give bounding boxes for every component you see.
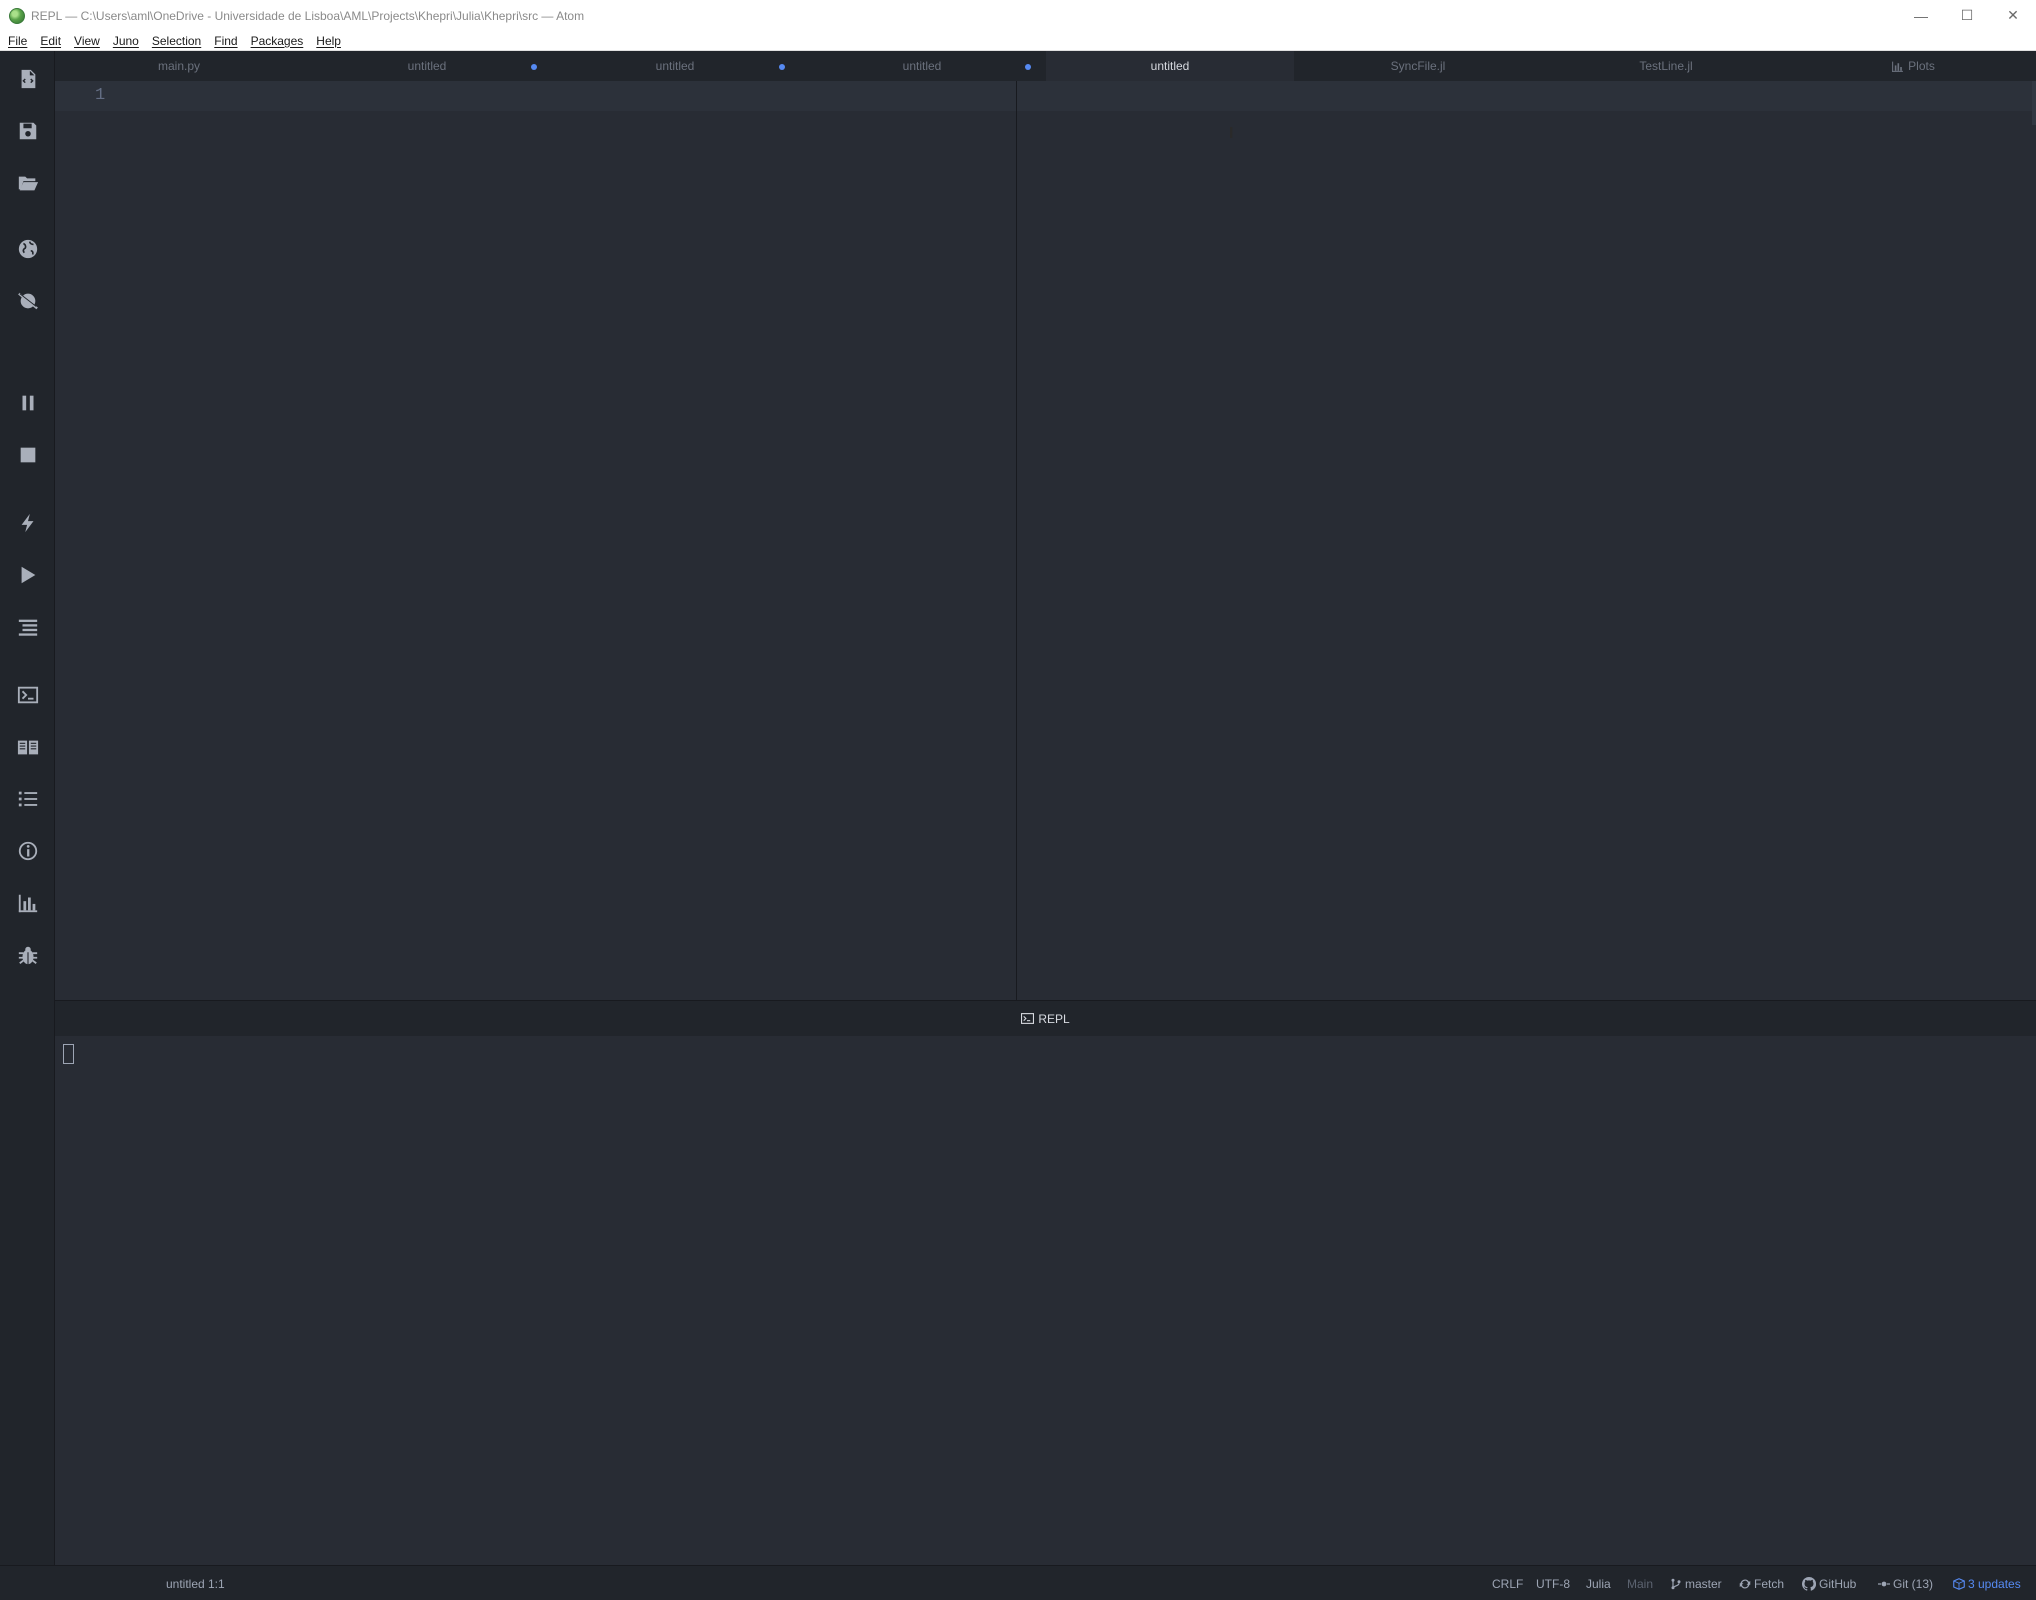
cursor-line-highlight xyxy=(55,81,1016,111)
status-github[interactable]: GitHub xyxy=(1802,1566,1856,1600)
tab-label: main.py xyxy=(157,59,201,73)
tab-untitled-1[interactable]: untitled xyxy=(303,51,551,81)
repl-console[interactable] xyxy=(55,1036,2036,1565)
status-line-ending[interactable]: CRLF xyxy=(1492,1566,1523,1600)
bar-chart-icon[interactable] xyxy=(14,889,42,917)
close-button[interactable]: ✕ xyxy=(1990,0,2036,31)
text-cursor-icon: I xyxy=(1229,125,1234,142)
modified-indicator-icon xyxy=(531,64,537,70)
new-file-icon[interactable] xyxy=(14,65,42,93)
globe-icon[interactable] xyxy=(14,235,42,263)
package-icon xyxy=(1953,1577,1965,1590)
tab-bar: main.py untitled untitled untitled untit… xyxy=(55,51,2036,81)
menu-juno[interactable]: Juno xyxy=(106,34,145,48)
tab-syncfile-jl[interactable]: SyncFile.jl xyxy=(1294,51,1542,81)
git-commit-icon xyxy=(1878,1581,1890,1586)
menu-bar: File Edit View Juno Selection Find Packa… xyxy=(0,31,2036,51)
tab-label: TestLine.jl xyxy=(1639,59,1693,73)
window-controls: — ☐ ✕ xyxy=(1898,0,2036,31)
sync-icon xyxy=(1739,1579,1751,1588)
tab-testline-jl[interactable]: TestLine.jl xyxy=(1542,51,1790,81)
bug-icon[interactable] xyxy=(14,941,42,969)
modified-indicator-icon xyxy=(1025,64,1031,70)
tab-untitled-active[interactable]: untitled xyxy=(1046,51,1294,81)
tab-label: untitled xyxy=(902,59,942,73)
github-label: GitHub xyxy=(1819,1576,1857,1591)
status-git[interactable]: Git (13) xyxy=(1878,1566,1933,1600)
stop-icon[interactable] xyxy=(14,441,42,469)
menu-file[interactable]: File xyxy=(0,34,33,48)
tab-label: untitled xyxy=(655,59,695,73)
editor-pane-left[interactable]: 1 xyxy=(55,81,1016,1000)
list-icon[interactable] xyxy=(14,785,42,813)
tab-label: untitled xyxy=(1150,59,1190,73)
status-grammar[interactable]: Julia xyxy=(1586,1566,1611,1600)
atom-logo-icon xyxy=(9,7,25,24)
git-branch-icon xyxy=(1671,1578,1681,1589)
open-folder-icon[interactable] xyxy=(14,169,42,197)
status-branch[interactable]: master xyxy=(1670,1566,1722,1600)
terminal-icon xyxy=(1021,1013,1035,1024)
tab-plots[interactable]: Plots xyxy=(1790,51,2036,81)
menu-find[interactable]: Find xyxy=(207,34,243,48)
tab-untitled-2[interactable]: untitled xyxy=(551,51,799,81)
tab-untitled-3[interactable]: untitled xyxy=(799,51,1045,81)
github-icon xyxy=(1802,1576,1816,1591)
status-bar: untitled 1:1 CRLF UTF-8 Julia Main maste… xyxy=(0,1565,2036,1600)
terminal-icon[interactable] xyxy=(14,681,42,709)
menu-help[interactable]: Help xyxy=(309,34,347,48)
disconnect-icon[interactable] xyxy=(14,287,42,315)
cursor-line-highlight xyxy=(1017,81,2036,111)
branch-label: master xyxy=(1685,1576,1722,1591)
play-icon[interactable] xyxy=(14,561,42,589)
fetch-label: Fetch xyxy=(1754,1576,1785,1591)
repl-cursor xyxy=(63,1044,74,1064)
status-file-name[interactable]: untitled xyxy=(166,1566,205,1600)
save-icon[interactable] xyxy=(14,117,42,145)
maximize-button[interactable]: ☐ xyxy=(1944,0,1990,31)
lightning-icon[interactable] xyxy=(14,509,42,537)
modified-indicator-icon xyxy=(779,64,785,70)
line-number: 1 xyxy=(95,86,106,105)
book-icon[interactable] xyxy=(14,733,42,761)
repl-title: REPL xyxy=(1038,1011,1070,1026)
title-bar: REPL — C:\Users\aml\OneDrive - Universid… xyxy=(0,0,2036,31)
updates-label: 3 updates xyxy=(1968,1576,2021,1591)
info-icon[interactable] xyxy=(14,837,42,865)
tab-label: untitled xyxy=(407,59,447,73)
minimize-button[interactable]: — xyxy=(1898,0,1944,31)
pause-icon[interactable] xyxy=(14,389,42,417)
bar-chart-icon xyxy=(1892,61,1904,72)
tab-label: Plots xyxy=(1908,59,1935,73)
repl-header[interactable]: REPL xyxy=(55,1000,2036,1036)
status-encoding[interactable]: UTF-8 xyxy=(1536,1566,1570,1600)
menu-edit[interactable]: Edit xyxy=(33,34,67,48)
status-fetch[interactable]: Fetch xyxy=(1739,1566,1784,1600)
tab-main-py[interactable]: main.py xyxy=(55,51,303,81)
window-title: REPL — C:\Users\aml\OneDrive - Universid… xyxy=(31,8,585,23)
tab-label: SyncFile.jl xyxy=(1390,59,1446,73)
juno-toolbar xyxy=(0,51,55,1585)
menu-selection[interactable]: Selection xyxy=(145,34,207,48)
menu-packages[interactable]: Packages xyxy=(244,34,310,48)
git-label: Git (13) xyxy=(1893,1576,1934,1591)
editor-pane-right[interactable] xyxy=(1017,81,2036,1000)
menu-view[interactable]: View xyxy=(67,34,106,48)
status-updates[interactable]: 3 updates xyxy=(1953,1566,2021,1600)
format-icon[interactable] xyxy=(14,613,42,641)
status-module[interactable]: Main xyxy=(1627,1566,1653,1600)
status-cursor-position[interactable]: 1:1 xyxy=(208,1566,225,1600)
scrollbar[interactable] xyxy=(2032,81,2036,125)
